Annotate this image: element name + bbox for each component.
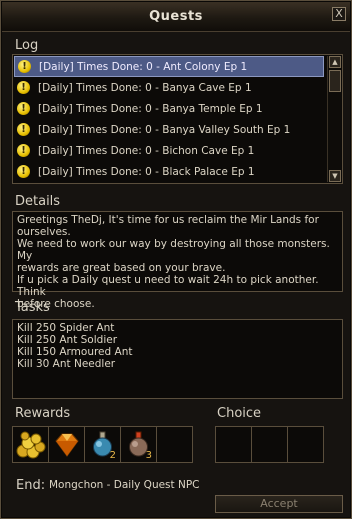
log-item[interactable]: ! [Daily] Times Done: 0 - Banya Cave Ep … [14,77,324,98]
exclamation-icon: ! [17,123,30,136]
details-text: Greetings TheDj, It's time for us reclai… [17,214,330,310]
scroll-up-icon[interactable]: ▲ [329,56,341,68]
gem-icon [55,433,79,457]
log-item-label: [Daily] Times Done: 0 - Banya Temple Ep … [38,102,263,115]
exclamation-icon: ! [18,60,31,73]
log-item-label: [Daily] Times Done: 0 - Bichon Cave Ep 1 [38,144,255,157]
end-npc: Mongchon - Daily Quest NPC [49,479,200,491]
window-title: Quests [149,9,203,24]
close-button[interactable]: X [332,7,346,21]
choice-slot[interactable] [215,426,252,463]
rewards-label: Rewards [15,406,71,421]
scroll-down-icon[interactable]: ▼ [329,170,341,182]
log-item[interactable]: ! [Daily] Times Done: 0 - Banya Valley S… [14,119,324,140]
log-item[interactable]: ! [Daily] Times Done: 0 - Bichon Cave Ep… [14,140,324,161]
log-item[interactable]: ! [Daily] Times Done: 0 - Ant Colony Ep … [14,56,324,77]
exclamation-icon: ! [17,102,30,115]
task-item: Kill 250 Ant Soldier [17,334,118,346]
quests-window: Quests X Log ! [Daily] Times Done: 0 - A… [0,0,352,519]
exclamation-icon: ! [17,144,30,157]
log-label: Log [15,38,39,53]
task-item: Kill 250 Spider Ant [17,322,115,334]
log-list: ! [Daily] Times Done: 0 - Ant Colony Ep … [12,54,343,184]
task-item: Kill 30 Ant Needler [17,358,116,370]
gold-coins-icon [16,431,46,459]
log-scrollbar[interactable]: ▲ ▼ [327,56,341,182]
end-label: End: [16,478,46,493]
reward-slot[interactable]: 3 [120,426,157,463]
exclamation-icon: ! [17,165,30,178]
reward-slot[interactable] [48,426,85,463]
details-label: Details [15,194,61,209]
details-box: Greetings TheDj, It's time for us reclai… [12,211,343,310]
slot-quantity: 3 [145,450,152,461]
scroll-thumb[interactable] [329,70,341,92]
tasks-box: Kill 250 Spider Ant Kill 250 Ant Soldier… [12,319,343,399]
reward-slot[interactable] [156,426,193,463]
log-item-label: [Daily] Times Done: 0 - Banya Cave Ep 1 [38,81,252,94]
log-item-label: [Daily] Times Done: 0 - Ant Colony Ep 1 [39,60,248,73]
log-item[interactable]: ! [Daily] Times Done: 0 - Black Palace E… [14,161,324,182]
reward-slot[interactable] [12,426,49,463]
accept-button[interactable]: Accept [215,495,343,513]
choice-slot[interactable] [251,426,288,463]
exclamation-icon: ! [17,81,30,94]
slot-quantity: 2 [109,450,116,461]
reward-slot[interactable]: 2 [84,426,121,463]
choice-slot[interactable] [287,426,324,463]
task-item: Kill 150 Armoured Ant [17,346,133,358]
log-item-label: [Daily] Times Done: 0 - Banya Valley Sou… [38,123,291,136]
log-item-label: [Daily] Times Done: 0 - Black Palace Ep … [38,165,255,178]
choice-label: Choice [217,406,262,421]
tasks-label: Tasks [15,300,50,315]
log-item[interactable]: ! [Daily] Times Done: 0 - Banya Temple E… [14,98,324,119]
title-bar[interactable]: Quests X [2,2,350,32]
